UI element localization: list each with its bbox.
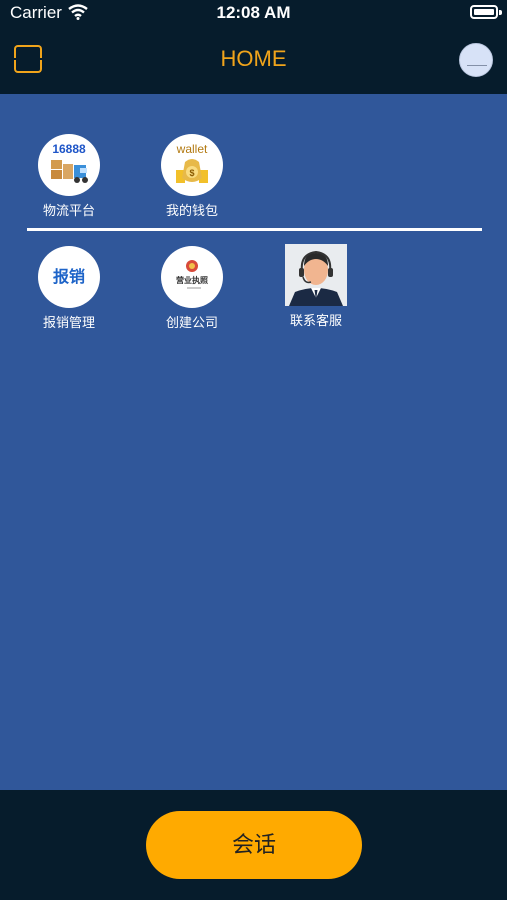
create-company-label: 创建公司 — [165, 315, 218, 330]
reimbursement-management-label: 报销管理 — [42, 315, 95, 330]
battery-icon — [470, 5, 498, 19]
chat-button[interactable]: 会话 — [146, 811, 362, 879]
contact-support-label: 联系客服 — [289, 313, 342, 328]
logistics-platform-label: 物流平台 — [42, 203, 95, 218]
business-license-icon: 营业执照 — [161, 246, 223, 308]
wallet-icon-text: wallet — [176, 142, 208, 156]
clock: 12:08 AM — [216, 3, 291, 22]
reimbursement-icon: 报销 — [38, 246, 100, 308]
business-license-icon-text: 营业执照 — [176, 275, 208, 285]
home-content: 16888 物流平台 wallet $ 我的钱包 报销 报销管理 营业执照 创建… — [0, 94, 507, 790]
battery-tip — [499, 10, 502, 15]
navigation-bar: HOME — [0, 26, 507, 94]
logistics-truck-icon: 16888 — [38, 134, 100, 196]
contact-support-item[interactable]: 联系客服 — [272, 244, 360, 329]
avatar[interactable] — [459, 43, 493, 77]
status-bar: Carrier 12:08 AM — [0, 0, 507, 26]
reimbursement-management-item[interactable]: 报销 报销管理 — [25, 246, 113, 331]
page-title: HOME — [220, 46, 287, 71]
svg-text:$: $ — [189, 168, 194, 178]
customer-service-agent-icon — [285, 244, 347, 306]
section-divider — [27, 228, 482, 231]
my-wallet-label: 我的钱包 — [165, 203, 218, 218]
create-company-item[interactable]: 营业执照 创建公司 — [148, 246, 236, 331]
footer-bar: 会话 — [0, 790, 507, 900]
reimbursement-icon-text: 报销 — [53, 267, 85, 286]
logistics-icon-text: 16888 — [52, 142, 86, 156]
logistics-platform-item[interactable]: 16888 物流平台 — [25, 134, 113, 219]
my-wallet-item[interactable]: wallet $ 我的钱包 — [148, 134, 236, 219]
wallet-moneybag-icon: wallet $ — [161, 134, 223, 196]
